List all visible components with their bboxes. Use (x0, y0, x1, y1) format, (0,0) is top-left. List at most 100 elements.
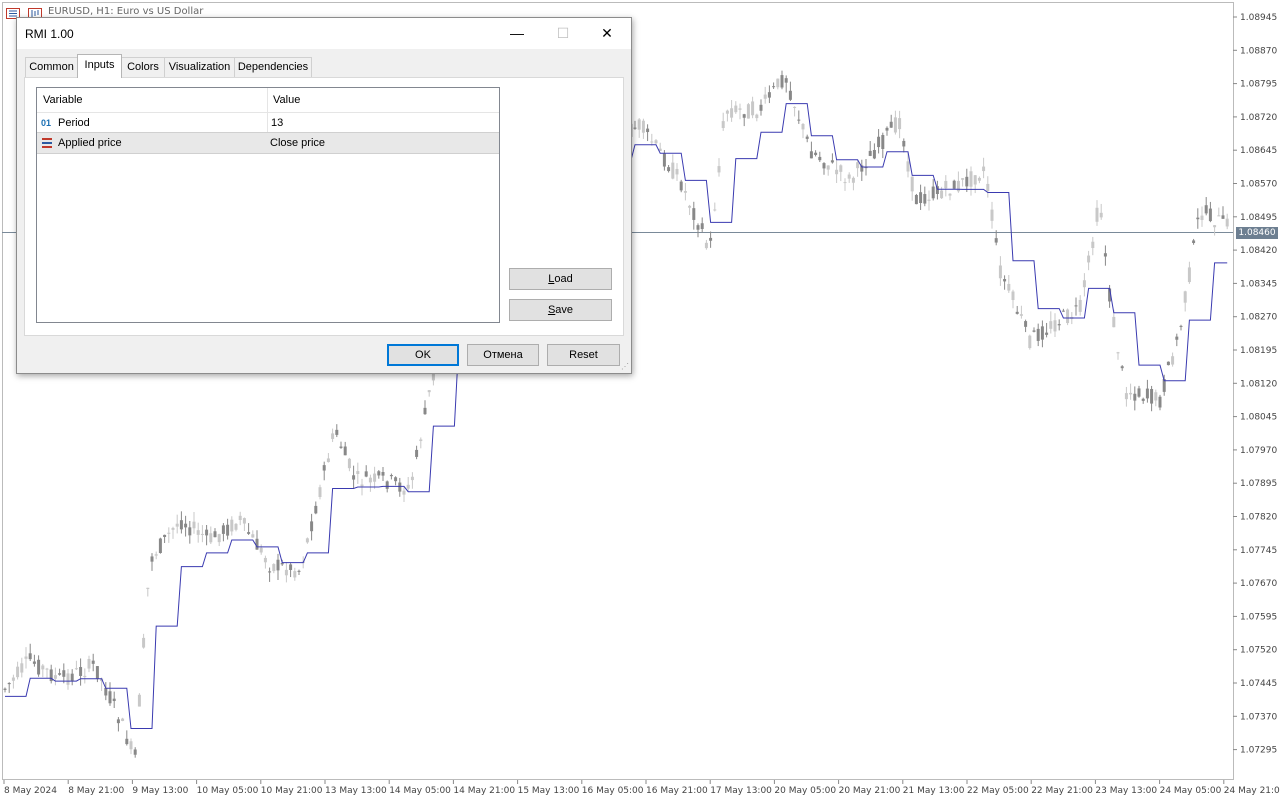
tab-dependencies[interactable]: Dependencies (234, 57, 312, 77)
price-label: 1.08195 (1240, 346, 1277, 356)
candle-body (990, 209, 994, 221)
candle-body (171, 527, 175, 530)
candle-body (696, 225, 700, 230)
candle-body (226, 524, 230, 536)
time-label: 9 May 13:00 (132, 786, 188, 796)
save-button[interactable]: Save (509, 299, 612, 321)
candle-body (1196, 217, 1200, 220)
candle-body (146, 587, 150, 589)
price-label: 1.07445 (1240, 679, 1277, 689)
candle-body (671, 162, 675, 179)
price-label: 1.08345 (1240, 279, 1277, 289)
candle-body (734, 105, 738, 113)
close-button[interactable]: ✕ (584, 18, 630, 49)
price-label: 1.07295 (1240, 746, 1277, 756)
cancel-button[interactable]: Отмена (467, 344, 539, 366)
candle-body (95, 666, 99, 679)
candle-body (402, 490, 406, 495)
candle-body (998, 265, 1002, 279)
candle-body (763, 94, 767, 99)
price-label: 1.08720 (1240, 113, 1277, 123)
candle-body (276, 559, 280, 571)
column-value[interactable]: Value (273, 94, 300, 106)
candle-body (188, 527, 192, 536)
chart-list-icon[interactable] (6, 6, 20, 19)
candle-body (179, 520, 183, 530)
reset-button[interactable]: Reset (547, 344, 620, 366)
candle-body (1221, 215, 1225, 219)
minimize-button[interactable]: — (494, 18, 540, 49)
chart-bars-icon[interactable] (28, 6, 42, 19)
candle-body (679, 181, 683, 191)
candle-body (280, 563, 284, 565)
time-label: 13 May 13:00 (325, 786, 387, 796)
candle-body (1213, 225, 1217, 228)
time-label: 23 May 13:00 (1095, 786, 1157, 796)
candle-body (28, 653, 32, 660)
load-button[interactable]: Load (509, 268, 612, 290)
candle-body (662, 153, 666, 167)
tab-common[interactable]: Common (25, 57, 78, 77)
candle-body (255, 538, 259, 550)
candle-body (784, 78, 788, 83)
candle-body (1061, 310, 1065, 312)
value-cell[interactable]: Close price (270, 137, 325, 149)
tab-visualization[interactable]: Visualization (164, 57, 235, 77)
candle-body (856, 162, 860, 169)
candle-body (1045, 332, 1049, 335)
candle-body (431, 373, 435, 381)
candle-body (1003, 279, 1007, 282)
candle-body (641, 120, 645, 133)
candle-body (272, 564, 276, 572)
candle-body (742, 114, 746, 118)
candle-body (16, 666, 20, 678)
candle-body (1095, 207, 1099, 222)
candle-body (906, 161, 910, 172)
tab-inputs[interactable]: Inputs (77, 54, 122, 78)
candle-body (339, 446, 343, 448)
candle-body (969, 171, 973, 187)
input-row-period[interactable]: 01 Period 13 (37, 113, 499, 133)
candle-body (377, 471, 381, 476)
candle-body (62, 670, 66, 677)
time-label: 16 May 21:00 (646, 786, 708, 796)
candle-body (1099, 212, 1103, 218)
candle-body (419, 439, 423, 442)
candle-body (700, 223, 704, 229)
candle-body (1040, 326, 1044, 340)
candle-body (965, 176, 969, 187)
candle-body (364, 471, 368, 477)
candle-body (37, 659, 41, 675)
dialog-titlebar[interactable]: RMI 1.00 — ☐ ✕ (17, 18, 631, 49)
candle-body (746, 104, 750, 119)
candle-body (154, 554, 158, 556)
candle-body (910, 176, 914, 192)
candle-body (675, 168, 679, 175)
candle-body (1057, 324, 1061, 326)
ok-button[interactable]: OK (387, 344, 459, 366)
candle-body (142, 637, 146, 648)
candle-body (667, 167, 671, 172)
input-row-applied-price[interactable]: Applied price Close price (37, 132, 499, 154)
tab-colors[interactable]: Colors (121, 57, 165, 77)
column-variable[interactable]: Variable (43, 94, 83, 106)
candle-body (331, 433, 335, 439)
time-label: 14 May 21:00 (453, 786, 515, 796)
candle-body (885, 127, 889, 131)
candle-body (793, 106, 797, 108)
candle-body (1192, 240, 1196, 244)
value-cell[interactable]: 13 (271, 117, 283, 129)
candle-body (242, 518, 246, 524)
candle-body (326, 458, 330, 463)
resize-grip-icon[interactable]: ⋰ (621, 362, 629, 371)
candle-body (835, 169, 839, 175)
grid-header: Variable Value (37, 88, 499, 113)
candle-body (385, 481, 389, 489)
indicator-properties-dialog: RMI 1.00 — ☐ ✕ Common Inputs Colors Visu… (16, 17, 632, 374)
candle-body (1166, 361, 1170, 366)
candle-body (163, 534, 167, 538)
inputs-grid[interactable]: Variable Value 01 Period 13 Applied pric… (36, 87, 500, 323)
price-label: 1.07820 (1240, 513, 1277, 523)
price-label: 1.08870 (1240, 46, 1277, 56)
candle-body (772, 86, 776, 88)
